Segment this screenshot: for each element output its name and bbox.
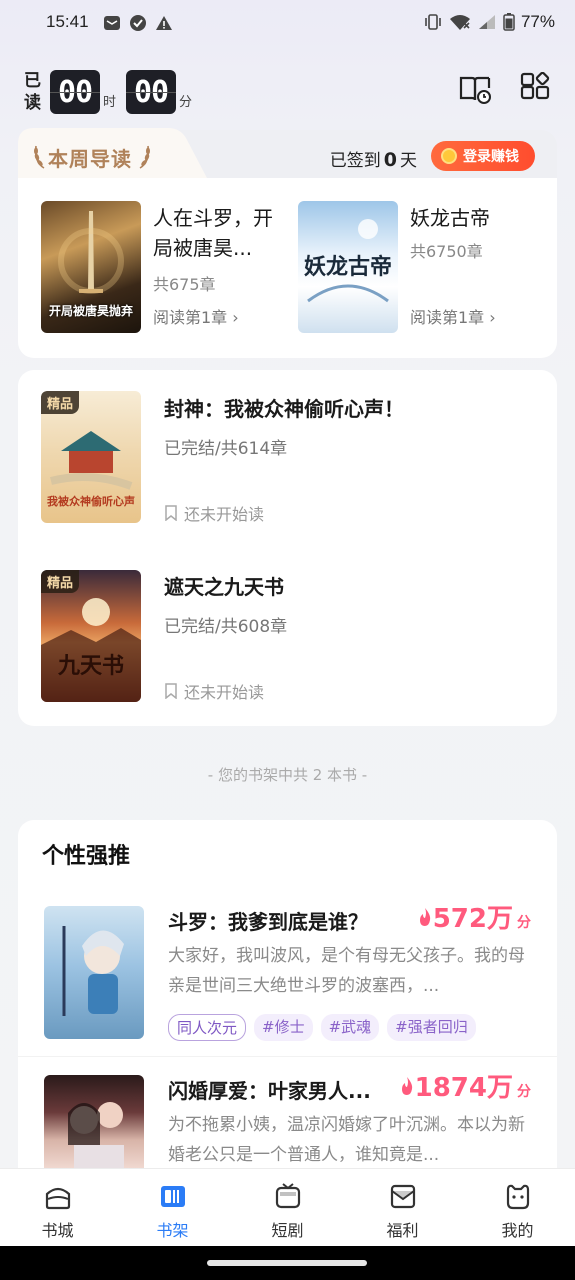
timer-label: 已读: [24, 71, 41, 113]
coin-icon: [441, 148, 457, 164]
cover-title: 九天书: [57, 653, 124, 679]
bookshelf-icon: [160, 1186, 185, 1207]
timer-hours: 00: [50, 70, 100, 114]
cover-title: 我被众神偷听心声: [47, 495, 135, 508]
cover-title: 妖龙古帝: [303, 254, 392, 280]
shelf-book-progress: 还未开始读: [164, 679, 264, 703]
system-nav-bar: [0, 1246, 575, 1280]
book-cover[interactable]: [44, 1075, 144, 1168]
book-cover[interactable]: 妖龙古帝: [298, 201, 398, 333]
premium-badge: 精品: [41, 570, 80, 593]
guide-book-read-link[interactable]: 阅读第1章 ›: [410, 304, 496, 328]
warning-icon: [156, 16, 172, 30]
tag-chip[interactable]: 同人次元: [168, 1014, 247, 1041]
divider: [18, 1056, 557, 1057]
shelf-count-footer: - 您的书架中共 2 本书 -: [207, 766, 368, 784]
reading-history-icon[interactable]: [458, 72, 492, 106]
book-cover[interactable]: 精品 九天书: [41, 570, 141, 702]
guide-title: 本周导读: [48, 147, 132, 171]
bottom-nav: 书城 书架 短剧 福利 我的: [0, 1168, 575, 1246]
nav-bookstore[interactable]: 书城: [0, 1169, 115, 1246]
login-earn-button[interactable]: 登录赚钱: [431, 141, 535, 171]
shelf-book-progress: 还未开始读: [164, 501, 264, 525]
laurel-left-icon: [34, 145, 45, 169]
shelf-book-status: 已完结/共608章: [164, 617, 288, 637]
chevron-right-icon: ›: [232, 308, 239, 327]
cover-title: 开局被唐昊抛弃: [48, 304, 133, 318]
checkin-status: 已签到 0 天: [329, 149, 417, 171]
battery-percent: 77%: [520, 12, 555, 31]
recommend-score: 572万分: [417, 898, 531, 935]
book-cover[interactable]: 精品 我被众神偷听心声: [41, 391, 141, 523]
recommend-book-desc: 大家好，我叫波风，是个有母无父孩子。我的母亲是世间三大绝世斗罗的波塞西，...: [168, 946, 525, 996]
guide-book-read-link[interactable]: 阅读第1章 ›: [153, 304, 239, 328]
guide-book-chapters: 共6750章: [410, 242, 483, 261]
anime-character-icon: [62, 926, 124, 1016]
message-icon: [104, 16, 120, 30]
guide-book-title: 妖龙古帝: [410, 206, 490, 230]
flame-icon: [419, 908, 430, 926]
recommend-title: 个性强推: [42, 844, 131, 869]
tag-chip[interactable]: #强者回归: [387, 1014, 476, 1041]
bookmark-icon: [165, 505, 177, 521]
couple-art-icon: [68, 1102, 124, 1168]
checkin-days: 0: [383, 149, 397, 171]
tag-chip[interactable]: #武魂: [320, 1014, 380, 1041]
book-cover[interactable]: [44, 906, 144, 1039]
book-cover[interactable]: 开局被唐昊抛弃: [41, 201, 141, 333]
chevron-right-icon: ›: [489, 308, 496, 327]
short-drama-icon: [275, 1183, 300, 1209]
guide-book-chapters: 共675章: [153, 275, 216, 294]
timer-hours-unit: 时: [103, 95, 117, 110]
vibrate-icon: [425, 14, 441, 30]
shelf-book-status: 已完结/共614章: [164, 439, 288, 459]
home-gesture-pill[interactable]: [207, 1260, 367, 1266]
laurel-right-icon: [139, 145, 150, 169]
grid-menu-icon[interactable]: [518, 72, 552, 106]
reading-timer: 已读 00 时 00 分: [24, 64, 202, 114]
bookstore-icon: [45, 1187, 70, 1210]
timer-minutes-unit: 分: [179, 95, 193, 110]
welfare-icon: [390, 1184, 415, 1209]
wifi-icon: [449, 15, 470, 30]
shelf-book-title: 遮天之九天书: [164, 575, 284, 599]
premium-badge: 精品: [41, 391, 80, 414]
nav-short-drama[interactable]: 短剧: [230, 1169, 345, 1246]
check-shield-icon: [130, 15, 146, 31]
profile-icon: [506, 1184, 529, 1210]
shelf-book-title: 封神：我被众神偷听心声！: [164, 397, 404, 421]
status-time: 15:41: [46, 12, 89, 31]
guide-book-title: 人在斗罗，开局被唐昊...: [153, 206, 273, 260]
tag-chip[interactable]: #修士: [254, 1014, 313, 1041]
nav-bookshelf[interactable]: 书架: [115, 1169, 230, 1246]
nav-profile[interactable]: 我的: [460, 1169, 575, 1246]
recommend-book-title: 闪婚厚爱：叶家男人...: [168, 1079, 371, 1103]
recommend-book-title: 斗罗：我爹到底是谁？: [168, 910, 368, 934]
status-bar: 15:41 77%: [0, 0, 575, 48]
recommend-tags: 同人次元 #修士 #武魂 #强者回归: [168, 1014, 476, 1041]
recommend-book-desc: 为不拖累小姨，温凉闪婚嫁了叶沉渊。本以为新婚老公只是一个普通人，谁知竟是...: [168, 1115, 525, 1165]
flame-icon: [401, 1077, 412, 1095]
battery-icon: [503, 13, 515, 31]
timer-minutes: 00: [126, 70, 177, 114]
bookmark-icon: [165, 683, 177, 699]
nav-welfare[interactable]: 福利: [345, 1169, 460, 1246]
recommend-score: 1874万分: [399, 1067, 531, 1104]
signal-icon: [478, 15, 495, 29]
